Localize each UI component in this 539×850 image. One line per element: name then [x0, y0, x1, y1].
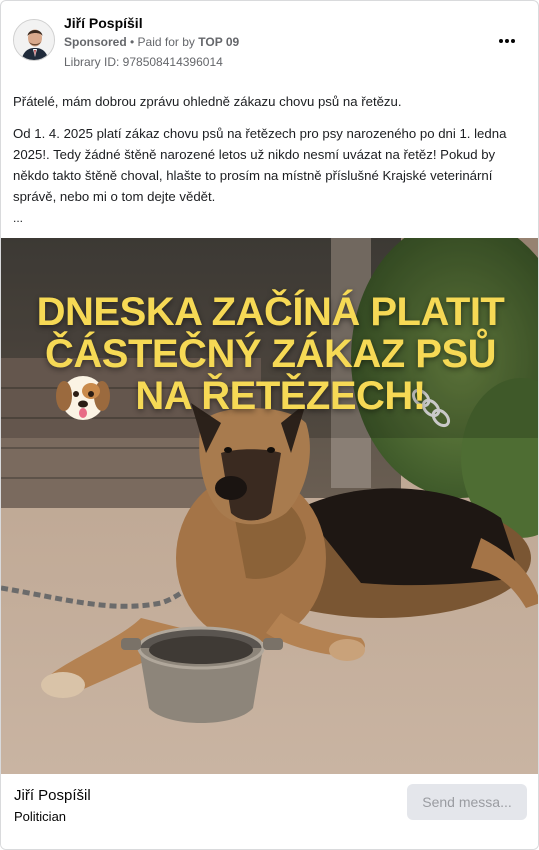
library-id: Library ID: 978508414396014: [64, 55, 223, 69]
avatar[interactable]: [13, 19, 55, 61]
more-horizontal-icon: [499, 39, 503, 43]
ad-card: Jiří Pospíšil Sponsored • Paid for by TO…: [0, 0, 539, 850]
see-more-ellipsis[interactable]: ...: [13, 211, 23, 225]
sponsored-line: Sponsored • Paid for by TOP 09: [64, 35, 239, 49]
footer-page-name[interactable]: Jiří Pospíšil: [14, 787, 91, 804]
paid-for-by: TOP 09: [198, 35, 240, 49]
footer-category: Politician: [14, 809, 67, 824]
image-headline-line-3: NA ŘETĚZECH!: [135, 374, 426, 418]
more-options-button[interactable]: [494, 31, 520, 51]
send-message-button[interactable]: Send messa...: [407, 784, 527, 820]
ad-footer: Jiří Pospíšil Politician Send messa...: [1, 774, 538, 849]
author-name[interactable]: Jiří Pospíšil: [64, 15, 143, 31]
image-headline-line-2: ČÁSTEČNÝ ZÁKAZ PSŮ: [44, 332, 497, 376]
post-header: Jiří Pospíšil Sponsored • Paid for by TO…: [13, 13, 526, 73]
post-paragraph-1: Přátelé, mám dobrou zprávu ohledně zákaz…: [13, 94, 402, 109]
post-paragraph-2: Od 1. 4. 2025 platí zákaz chovu psů na ř…: [13, 126, 507, 204]
ad-image[interactable]: DNESKA ZAČÍNÁ PLATIT ČÁSTEČNÝ ZÁKAZ PSŮ …: [1, 238, 538, 774]
image-headline-line-1: DNESKA ZAČÍNÁ PLATIT: [36, 290, 505, 334]
post-text: Přátelé, mám dobrou zprávu ohledně zákaz…: [13, 91, 518, 218]
paid-for-prefix: • Paid for by: [126, 35, 199, 49]
sponsored-label: Sponsored: [64, 35, 127, 49]
